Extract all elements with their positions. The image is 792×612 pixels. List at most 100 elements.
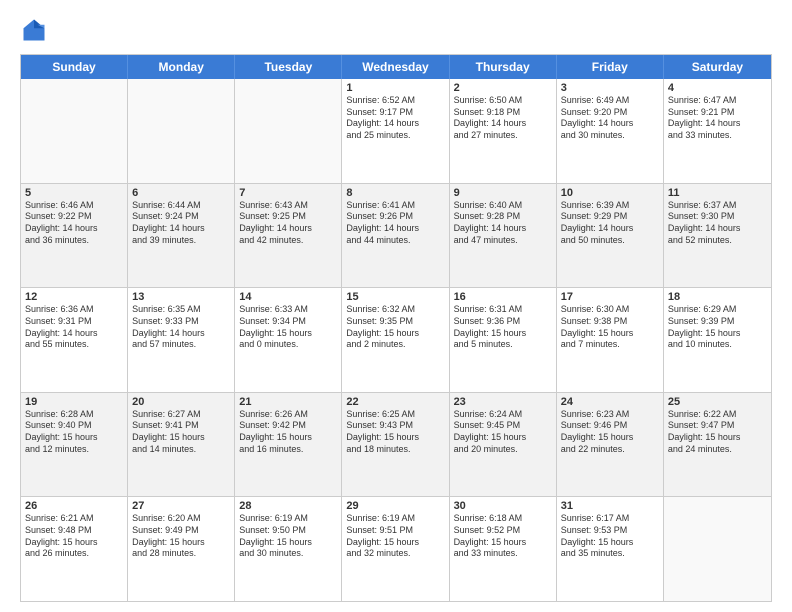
cell-text: Sunrise: 6:35 AMSunset: 9:33 PMDaylight:… xyxy=(132,304,230,351)
calendar-cell: 25Sunrise: 6:22 AMSunset: 9:47 PMDayligh… xyxy=(664,393,771,497)
day-number: 14 xyxy=(239,291,337,303)
calendar-week-row: 5Sunrise: 6:46 AMSunset: 9:22 PMDaylight… xyxy=(21,184,771,289)
cell-text: Sunrise: 6:37 AMSunset: 9:30 PMDaylight:… xyxy=(668,200,767,247)
cell-text: Sunrise: 6:18 AMSunset: 9:52 PMDaylight:… xyxy=(454,513,552,560)
cell-text: Sunrise: 6:26 AMSunset: 9:42 PMDaylight:… xyxy=(239,409,337,456)
cell-text: Sunrise: 6:36 AMSunset: 9:31 PMDaylight:… xyxy=(25,304,123,351)
calendar-cell: 24Sunrise: 6:23 AMSunset: 9:46 PMDayligh… xyxy=(557,393,664,497)
cell-text: Sunrise: 6:40 AMSunset: 9:28 PMDaylight:… xyxy=(454,200,552,247)
calendar-cell: 26Sunrise: 6:21 AMSunset: 9:48 PMDayligh… xyxy=(21,497,128,601)
calendar-cell: 20Sunrise: 6:27 AMSunset: 9:41 PMDayligh… xyxy=(128,393,235,497)
cell-text: Sunrise: 6:32 AMSunset: 9:35 PMDaylight:… xyxy=(346,304,444,351)
calendar-cell: 10Sunrise: 6:39 AMSunset: 9:29 PMDayligh… xyxy=(557,184,664,288)
calendar-cell: 14Sunrise: 6:33 AMSunset: 9:34 PMDayligh… xyxy=(235,288,342,392)
calendar-cell: 4Sunrise: 6:47 AMSunset: 9:21 PMDaylight… xyxy=(664,79,771,183)
cell-text: Sunrise: 6:25 AMSunset: 9:43 PMDaylight:… xyxy=(346,409,444,456)
calendar-cell: 8Sunrise: 6:41 AMSunset: 9:26 PMDaylight… xyxy=(342,184,449,288)
day-number: 30 xyxy=(454,500,552,512)
calendar-header-cell: Sunday xyxy=(21,55,128,79)
day-number: 6 xyxy=(132,187,230,199)
calendar-header: SundayMondayTuesdayWednesdayThursdayFrid… xyxy=(21,55,771,79)
cell-text: Sunrise: 6:31 AMSunset: 9:36 PMDaylight:… xyxy=(454,304,552,351)
cell-text: Sunrise: 6:33 AMSunset: 9:34 PMDaylight:… xyxy=(239,304,337,351)
day-number: 27 xyxy=(132,500,230,512)
cell-text: Sunrise: 6:17 AMSunset: 9:53 PMDaylight:… xyxy=(561,513,659,560)
calendar-header-cell: Monday xyxy=(128,55,235,79)
day-number: 9 xyxy=(454,187,552,199)
cell-text: Sunrise: 6:52 AMSunset: 9:17 PMDaylight:… xyxy=(346,95,444,142)
calendar-cell: 28Sunrise: 6:19 AMSunset: 9:50 PMDayligh… xyxy=(235,497,342,601)
day-number: 23 xyxy=(454,396,552,408)
cell-text: Sunrise: 6:22 AMSunset: 9:47 PMDaylight:… xyxy=(668,409,767,456)
calendar-week-row: 12Sunrise: 6:36 AMSunset: 9:31 PMDayligh… xyxy=(21,288,771,393)
calendar-cell: 12Sunrise: 6:36 AMSunset: 9:31 PMDayligh… xyxy=(21,288,128,392)
calendar-cell xyxy=(664,497,771,601)
calendar-cell: 31Sunrise: 6:17 AMSunset: 9:53 PMDayligh… xyxy=(557,497,664,601)
day-number: 29 xyxy=(346,500,444,512)
cell-text: Sunrise: 6:28 AMSunset: 9:40 PMDaylight:… xyxy=(25,409,123,456)
calendar-cell: 21Sunrise: 6:26 AMSunset: 9:42 PMDayligh… xyxy=(235,393,342,497)
day-number: 31 xyxy=(561,500,659,512)
day-number: 2 xyxy=(454,82,552,94)
calendar-cell: 16Sunrise: 6:31 AMSunset: 9:36 PMDayligh… xyxy=(450,288,557,392)
calendar-week-row: 1Sunrise: 6:52 AMSunset: 9:17 PMDaylight… xyxy=(21,79,771,184)
day-number: 1 xyxy=(346,82,444,94)
day-number: 5 xyxy=(25,187,123,199)
header xyxy=(20,16,772,44)
cell-text: Sunrise: 6:30 AMSunset: 9:38 PMDaylight:… xyxy=(561,304,659,351)
calendar-cell: 9Sunrise: 6:40 AMSunset: 9:28 PMDaylight… xyxy=(450,184,557,288)
calendar-cell xyxy=(21,79,128,183)
calendar-header-cell: Thursday xyxy=(450,55,557,79)
calendar-header-cell: Saturday xyxy=(664,55,771,79)
cell-text: Sunrise: 6:47 AMSunset: 9:21 PMDaylight:… xyxy=(668,95,767,142)
cell-text: Sunrise: 6:46 AMSunset: 9:22 PMDaylight:… xyxy=(25,200,123,247)
day-number: 10 xyxy=(561,187,659,199)
day-number: 11 xyxy=(668,187,767,199)
day-number: 13 xyxy=(132,291,230,303)
calendar-cell: 1Sunrise: 6:52 AMSunset: 9:17 PMDaylight… xyxy=(342,79,449,183)
cell-text: Sunrise: 6:39 AMSunset: 9:29 PMDaylight:… xyxy=(561,200,659,247)
calendar-header-cell: Friday xyxy=(557,55,664,79)
cell-text: Sunrise: 6:23 AMSunset: 9:46 PMDaylight:… xyxy=(561,409,659,456)
cell-text: Sunrise: 6:21 AMSunset: 9:48 PMDaylight:… xyxy=(25,513,123,560)
calendar-cell: 17Sunrise: 6:30 AMSunset: 9:38 PMDayligh… xyxy=(557,288,664,392)
calendar-cell: 7Sunrise: 6:43 AMSunset: 9:25 PMDaylight… xyxy=(235,184,342,288)
day-number: 28 xyxy=(239,500,337,512)
calendar-cell: 23Sunrise: 6:24 AMSunset: 9:45 PMDayligh… xyxy=(450,393,557,497)
calendar-week-row: 19Sunrise: 6:28 AMSunset: 9:40 PMDayligh… xyxy=(21,393,771,498)
day-number: 7 xyxy=(239,187,337,199)
day-number: 4 xyxy=(668,82,767,94)
calendar: SundayMondayTuesdayWednesdayThursdayFrid… xyxy=(20,54,772,602)
day-number: 24 xyxy=(561,396,659,408)
day-number: 19 xyxy=(25,396,123,408)
calendar-cell: 19Sunrise: 6:28 AMSunset: 9:40 PMDayligh… xyxy=(21,393,128,497)
cell-text: Sunrise: 6:24 AMSunset: 9:45 PMDaylight:… xyxy=(454,409,552,456)
day-number: 25 xyxy=(668,396,767,408)
day-number: 15 xyxy=(346,291,444,303)
cell-text: Sunrise: 6:49 AMSunset: 9:20 PMDaylight:… xyxy=(561,95,659,142)
calendar-cell: 30Sunrise: 6:18 AMSunset: 9:52 PMDayligh… xyxy=(450,497,557,601)
calendar-cell: 3Sunrise: 6:49 AMSunset: 9:20 PMDaylight… xyxy=(557,79,664,183)
cell-text: Sunrise: 6:50 AMSunset: 9:18 PMDaylight:… xyxy=(454,95,552,142)
page: SundayMondayTuesdayWednesdayThursdayFrid… xyxy=(0,0,792,612)
day-number: 18 xyxy=(668,291,767,303)
day-number: 21 xyxy=(239,396,337,408)
cell-text: Sunrise: 6:41 AMSunset: 9:26 PMDaylight:… xyxy=(346,200,444,247)
calendar-cell: 15Sunrise: 6:32 AMSunset: 9:35 PMDayligh… xyxy=(342,288,449,392)
calendar-cell: 29Sunrise: 6:19 AMSunset: 9:51 PMDayligh… xyxy=(342,497,449,601)
day-number: 26 xyxy=(25,500,123,512)
calendar-cell: 11Sunrise: 6:37 AMSunset: 9:30 PMDayligh… xyxy=(664,184,771,288)
cell-text: Sunrise: 6:20 AMSunset: 9:49 PMDaylight:… xyxy=(132,513,230,560)
calendar-header-cell: Tuesday xyxy=(235,55,342,79)
cell-text: Sunrise: 6:29 AMSunset: 9:39 PMDaylight:… xyxy=(668,304,767,351)
calendar-cell: 27Sunrise: 6:20 AMSunset: 9:49 PMDayligh… xyxy=(128,497,235,601)
calendar-header-cell: Wednesday xyxy=(342,55,449,79)
calendar-cell: 2Sunrise: 6:50 AMSunset: 9:18 PMDaylight… xyxy=(450,79,557,183)
day-number: 22 xyxy=(346,396,444,408)
calendar-cell: 22Sunrise: 6:25 AMSunset: 9:43 PMDayligh… xyxy=(342,393,449,497)
cell-text: Sunrise: 6:43 AMSunset: 9:25 PMDaylight:… xyxy=(239,200,337,247)
day-number: 17 xyxy=(561,291,659,303)
day-number: 8 xyxy=(346,187,444,199)
calendar-cell: 13Sunrise: 6:35 AMSunset: 9:33 PMDayligh… xyxy=(128,288,235,392)
calendar-body: 1Sunrise: 6:52 AMSunset: 9:17 PMDaylight… xyxy=(21,79,771,601)
